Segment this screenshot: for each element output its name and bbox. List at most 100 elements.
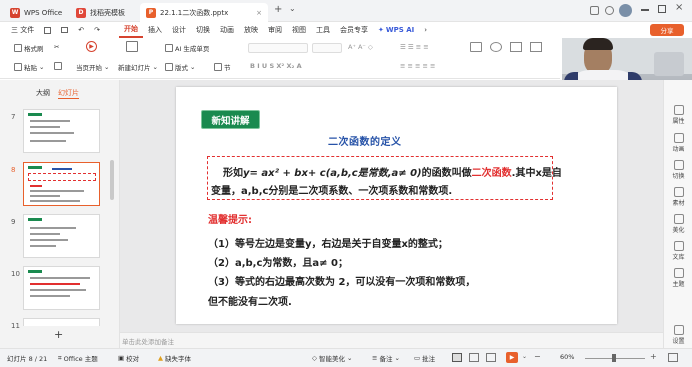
missing-font-button[interactable]: ▲ 缺失字体 — [158, 353, 191, 363]
section-tag: 新知讲解 — [201, 110, 260, 129]
tab-view[interactable]: 视图 — [287, 22, 311, 38]
new-slide-button[interactable]: 新建幻灯片 ⌄ — [118, 62, 158, 72]
slideshow-play-icon[interactable]: ▶ — [506, 352, 518, 363]
zoom-in-icon[interactable]: + — [650, 352, 657, 361]
notes-pane[interactable]: 单击此处添加备注 — [120, 332, 663, 348]
new-slide-icon[interactable] — [126, 41, 138, 52]
tab-template[interactable]: D 找稻壳模板 — [70, 3, 136, 22]
zoom-out-icon[interactable]: − — [534, 352, 541, 361]
quick-print-icon[interactable] — [56, 22, 73, 38]
more-icon[interactable]: › — [419, 22, 432, 38]
ai-generate-button[interactable]: AI 生成单页 — [165, 43, 209, 53]
chevron-down-icon[interactable]: ⌄ — [522, 353, 527, 360]
wps-logo-icon: W — [10, 7, 20, 18]
tab-slides[interactable]: 幻灯片 — [58, 88, 79, 99]
comment-icon: ▭ — [414, 354, 421, 362]
tab-member[interactable]: 会员专享 — [335, 22, 373, 38]
play-from-current-button[interactable]: 当页开始 ⌄ — [76, 62, 109, 72]
window-icon[interactable] — [590, 6, 599, 15]
quick-undo-icon[interactable]: ↶ — [73, 22, 89, 38]
tip-item: （3）等式的右边最高次数为 2，可以没有一次项和常数项， — [208, 277, 476, 288]
font-name-select[interactable] — [248, 43, 308, 53]
arrange-icon[interactable] — [510, 42, 522, 52]
tab-document[interactable]: P 22.1.1二次函数.pptx × — [140, 3, 268, 22]
comments-button[interactable]: ▭ 批注 — [414, 353, 435, 363]
proofread-button[interactable]: ▣ 校对 — [118, 353, 139, 363]
slide-number: 8 — [11, 166, 16, 174]
wps-ai-button[interactable]: ✦ WPS AI — [373, 22, 419, 38]
tab-slideshow[interactable]: 放映 — [239, 22, 263, 38]
quick-save-icon[interactable] — [39, 22, 56, 38]
font-size-select[interactable] — [312, 43, 342, 53]
list-buttons[interactable]: ☰ ☰ ≡ ≡ — [400, 43, 429, 51]
rail-properties[interactable]: 属性 — [664, 105, 692, 125]
tab-wps-office[interactable]: W WPS Office — [4, 3, 66, 22]
picture-icon[interactable] — [530, 42, 542, 52]
slide-thumbnail[interactable] — [23, 109, 100, 153]
chevron-down-icon: ⌄ — [347, 354, 353, 362]
rail-theme[interactable]: 主题 — [664, 268, 692, 288]
tab-review[interactable]: 审阅 — [263, 22, 287, 38]
minimize-icon[interactable] — [641, 9, 649, 11]
notification-icon[interactable] — [605, 6, 614, 15]
slide-thumbnail[interactable] — [23, 214, 100, 258]
rail-transition[interactable]: 切换 — [664, 160, 692, 180]
fit-window-icon[interactable] — [668, 353, 678, 362]
tab-animation[interactable]: 动画 — [215, 22, 239, 38]
close-tab-icon[interactable]: × — [256, 9, 262, 17]
slide[interactable]: 新知讲解 二次函数的定义 形如y= ax² + bx+ c(a,b,c是常数,a… — [176, 87, 617, 324]
add-slide-button[interactable]: + — [54, 328, 63, 341]
tab-outline[interactable]: 大纲 — [36, 88, 50, 98]
rail-beautify[interactable]: 美化 — [664, 214, 692, 234]
rail-settings[interactable]: 设置 — [664, 325, 692, 345]
tab-tools[interactable]: 工具 — [311, 22, 335, 38]
tab-home[interactable]: 开始 — [118, 22, 143, 38]
file-menu[interactable]: 三 文件 — [6, 22, 39, 38]
tab-dropdown-icon[interactable]: ⌄ — [289, 4, 296, 13]
tab-insert[interactable]: 插入 — [143, 22, 167, 38]
slide-thumbnail-selected[interactable] — [23, 162, 100, 206]
share-button[interactable]: 分享 — [650, 24, 684, 36]
reading-view-icon[interactable] — [486, 353, 496, 362]
normal-view-icon[interactable] — [452, 353, 462, 362]
slide-thumbnail[interactable] — [23, 318, 100, 326]
play-icon[interactable]: ▶ — [86, 41, 97, 52]
tip-item: 但不能没有二次项. — [208, 297, 292, 308]
close-window-icon[interactable]: × — [675, 2, 683, 13]
theme-name[interactable]: ⌗ Office 主题 — [58, 353, 98, 364]
format-brush-button[interactable]: 格式刷 — [14, 43, 44, 53]
layout-button[interactable]: 版式 ⌄ — [165, 62, 195, 72]
right-rail: 属性 动画 切换 素材 美化 文库 主题 设置 — [663, 80, 692, 348]
ribbon-toolbar: 格式刷 ✂ 粘贴 ⌄ ▶ 当页开始 ⌄ 新建幻灯片 ⌄ AI 生成单页 版式 ⌄… — [0, 38, 560, 79]
zoom-slider-handle[interactable] — [612, 354, 616, 362]
paste-button[interactable]: 粘贴 ⌄ — [14, 62, 44, 72]
zoom-level[interactable]: 60% — [560, 353, 574, 361]
cut-icon[interactable]: ✂ — [54, 43, 59, 51]
panel-scrollbar[interactable] — [110, 160, 114, 200]
notes-button[interactable]: ≡ 备注 ⌄ — [372, 353, 400, 363]
copy-icon[interactable] — [54, 62, 62, 70]
maximize-icon[interactable] — [658, 5, 666, 13]
slide-count: 幻灯片 8 / 21 — [7, 355, 48, 363]
tab-design[interactable]: 设计 — [167, 22, 191, 38]
smart-beautify-button[interactable]: ◇ 智能美化 ⌄ — [312, 353, 352, 363]
align-buttons[interactable]: ≡ ≡ ≡ ≡ ≡ — [400, 62, 436, 70]
avatar[interactable] — [619, 4, 632, 17]
slide-thumbnail[interactable] — [23, 266, 100, 310]
ppt-file-icon: P — [146, 7, 156, 18]
chevron-down-icon: ⌄ — [394, 354, 400, 362]
textbox-icon[interactable] — [470, 42, 482, 52]
text-format-buttons[interactable]: B I U S X² X₂ A — [250, 62, 302, 70]
section-button[interactable]: 节 — [214, 62, 231, 72]
warning-icon: ▲ — [158, 354, 163, 362]
tab-transition[interactable]: 切换 — [191, 22, 215, 38]
rail-library[interactable]: 文库 — [664, 241, 692, 261]
quick-redo-icon[interactable]: ↷ — [89, 22, 105, 38]
add-tab-button[interactable]: + — [274, 4, 282, 15]
docer-logo-icon: D — [76, 7, 86, 18]
font-grow-icon[interactable]: A⁺ A⁻ ◇ — [348, 43, 373, 51]
sorter-view-icon[interactable] — [469, 353, 479, 362]
shape-icon[interactable] — [490, 42, 502, 52]
rail-assets[interactable]: 素材 — [664, 187, 692, 207]
rail-animation[interactable]: 动画 — [664, 133, 692, 153]
